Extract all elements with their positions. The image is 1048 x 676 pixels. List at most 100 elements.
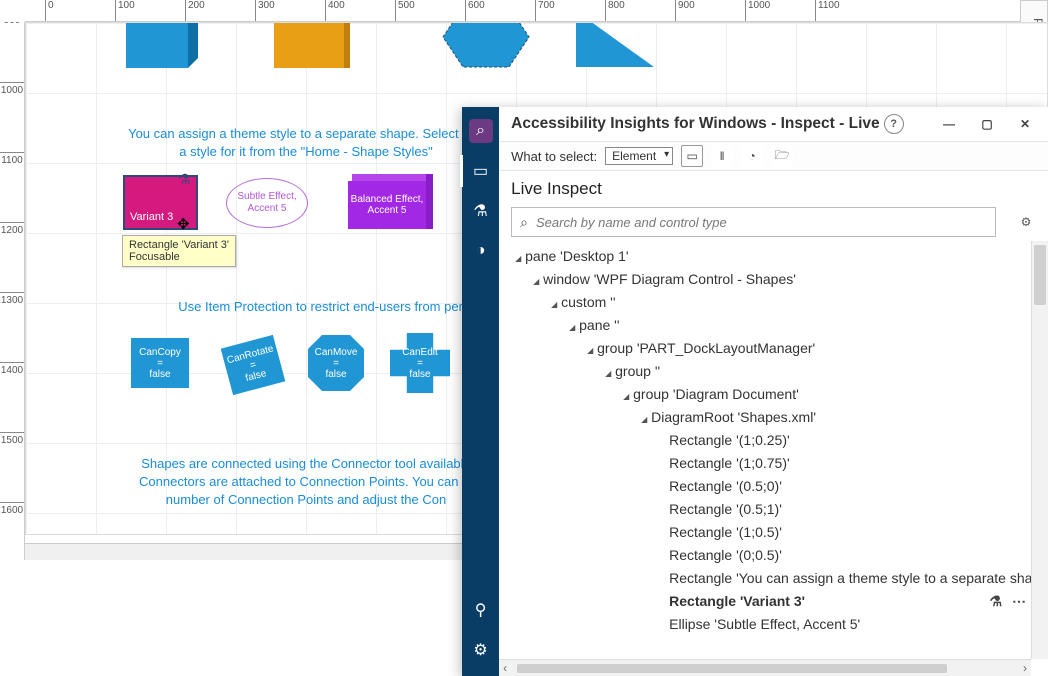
tree-twisty[interactable]: ◢ (511, 247, 525, 270)
tree-node[interactable]: ◢group '' (503, 360, 1048, 383)
accessibility-insights-window: ⌕ ▭ ⚗ ◑ ⚲ ⚙ Accessibility Insights for W… (462, 107, 1048, 676)
section-title: Live Inspect (499, 171, 1048, 203)
ruler-tick: 1400 (0, 362, 24, 376)
scroll-left-icon[interactable]: ‹ (503, 661, 507, 675)
shape-label: CanRotate = false (226, 343, 281, 387)
ruler-tick: 200 (185, 0, 205, 21)
tree-twisty[interactable]: ◢ (601, 362, 615, 385)
tree-twisty[interactable]: ◢ (583, 339, 597, 362)
shape-label: Balanced Effect, Accent 5 (348, 194, 426, 216)
shape-tooltip: Rectangle 'Variant 3' Focusable (122, 235, 236, 267)
shape-canedit[interactable]: CanEdit = false (390, 333, 450, 393)
shape-hexagon[interactable] (441, 22, 531, 70)
tree-node[interactable]: ◢window 'WPF Diagram Control - Shapes' (503, 268, 1048, 291)
shape-canmove[interactable]: CanMove = false (308, 335, 364, 391)
ruler-tick: 900 (0, 22, 24, 26)
shape-label: CanMove = false (315, 347, 358, 380)
tree-twisty[interactable]: ◢ (547, 293, 561, 316)
shape-variant-3[interactable]: Variant 3 ⚗ ✥ (123, 175, 198, 230)
inspect-tab-icon[interactable]: ▭ (469, 159, 493, 183)
tree-node[interactable]: ◢custom '' (503, 291, 1048, 314)
shape-label: Variant 3 (130, 211, 173, 223)
more-icon[interactable]: ⋯ (1012, 590, 1026, 613)
tree-twisty[interactable]: ◢ (529, 270, 543, 293)
tree-node[interactable]: Rectangle '(0.5;1)' (503, 498, 1048, 521)
tree-node[interactable]: Rectangle '(1;0.75)' (503, 452, 1048, 475)
capture-button[interactable]: ▭ (681, 145, 703, 167)
what-to-select-dropdown[interactable]: Element (605, 147, 673, 165)
link-icon[interactable]: ⚲ (469, 598, 493, 622)
palette-icon[interactable]: ◑ (469, 239, 493, 263)
timer-button[interactable]: ◔ (741, 145, 763, 167)
search-placeholder: Search by name and control type (536, 215, 727, 230)
ruler-tick: 1000 (745, 0, 770, 21)
ruler-tick: 1300 (0, 292, 24, 306)
what-to-select-label: What to select: (511, 149, 597, 164)
search-input[interactable]: ⌕ Search by name and control type (511, 207, 996, 237)
tree-node-label: DiagramRoot 'Shapes.xml' (651, 409, 816, 425)
shape-orange-box[interactable] (274, 22, 344, 68)
shape-blue-box-1[interactable] (126, 22, 188, 68)
tree-node[interactable]: Rectangle 'You can assign a theme style … (503, 567, 1048, 590)
help-icon[interactable]: ? (884, 114, 904, 134)
shape-cube-balanced[interactable]: Balanced Effect, Accent 5 (348, 181, 426, 229)
tree-twisty[interactable]: ◢ (565, 316, 579, 339)
beaker-icon[interactable]: ⚗ (989, 590, 1002, 613)
scrollbar-thumb[interactable] (517, 664, 947, 673)
horizontal-scrollbar[interactable]: ‹ › (499, 659, 1031, 676)
open-button[interactable]: 🗁 (771, 145, 793, 167)
ai-main: Accessibility Insights for Windows - Ins… (499, 107, 1048, 676)
tree-node[interactable]: Rectangle '(1;0.25)' (503, 429, 1048, 452)
tree-node-label: window 'WPF Diagram Control - Shapes' (543, 271, 796, 287)
pause-button[interactable]: ‖ (711, 145, 733, 167)
ruler-tick: 1500 (0, 432, 24, 446)
tree-node-label: custom '' (561, 294, 615, 310)
tree-node-label: Rectangle 'Variant 3' (669, 593, 805, 609)
ruler-tick: 800 (605, 0, 625, 21)
ruler-tick: 1100 (815, 0, 840, 21)
minimize-button[interactable]: — (932, 110, 966, 138)
ruler-tick: 500 (395, 0, 415, 21)
vertical-scrollbar[interactable] (1031, 241, 1048, 659)
ai-titlebar: Accessibility Insights for Windows - Ins… (499, 107, 1048, 141)
tree-node[interactable]: ◢pane 'Desktop 1' (503, 245, 1048, 268)
ruler-tick: 700 (535, 0, 555, 21)
beaker-icon: ⚗ (178, 171, 198, 191)
magnifier-heart-icon[interactable]: ⌕ (469, 119, 493, 143)
vertical-ruler: 90010001100120013001400150016001700 (0, 22, 25, 560)
tree-node-label: pane 'Desktop 1' (525, 248, 628, 264)
tree-node[interactable]: Rectangle '(0.5;0)' (503, 475, 1048, 498)
shape-canrotate[interactable]: CanRotate = false (221, 335, 286, 395)
ui-tree[interactable]: ◢pane 'Desktop 1'◢window 'WPF Diagram Co… (499, 241, 1048, 676)
tree-node[interactable]: ◢group 'PART_DockLayoutManager' (503, 337, 1048, 360)
tree-node[interactable]: Rectangle '(1;0.5)' (503, 521, 1048, 544)
search-settings-icon[interactable]: ⚙ (1021, 215, 1032, 229)
shape-ellipse-subtle[interactable]: Subtle Effect, Accent 5 (226, 178, 308, 228)
beaker-icon[interactable]: ⚗ (469, 199, 493, 223)
ruler-tick: 600 (465, 0, 485, 21)
shape-cancopy[interactable]: CanCopy = false (131, 338, 189, 388)
scroll-right-icon[interactable]: › (1023, 661, 1027, 675)
tree-node-label: group '' (615, 363, 660, 379)
shape-right-triangle[interactable] (576, 22, 654, 67)
caption-connectors: Shapes are connected using the Connector… (126, 455, 486, 510)
maximize-button[interactable]: ▢ (970, 110, 1004, 138)
tree-twisty[interactable]: ◢ (619, 385, 633, 408)
tree-node[interactable]: Rectangle 'Variant 3' ⚗ ⋯ (503, 590, 1048, 613)
tree-node[interactable]: ◢group 'Diagram Document' (503, 383, 1048, 406)
ruler-tick: 300 (255, 0, 275, 21)
ruler-tick: 1200 (0, 222, 24, 236)
gear-icon[interactable]: ⚙ (469, 638, 493, 662)
search-icon: ⌕ (520, 214, 528, 231)
scrollbar-thumb[interactable] (1034, 245, 1046, 305)
tree-node[interactable]: Rectangle '(0;0.5)' (503, 544, 1048, 567)
tree-node[interactable]: ◢pane '' (503, 314, 1048, 337)
tree-node-label: group 'PART_DockLayoutManager' (597, 340, 815, 356)
ruler-tick: 100 (115, 0, 135, 21)
tree-node[interactable]: Ellipse 'Subtle Effect, Accent 5' (503, 613, 1048, 636)
shape-label: CanCopy = false (139, 347, 181, 380)
tree-node[interactable]: ◢DiagramRoot 'Shapes.xml' (503, 406, 1048, 429)
caption-theme-style: You can assign a theme style to a separa… (126, 125, 486, 161)
close-button[interactable]: ✕ (1008, 110, 1042, 138)
tree-twisty[interactable]: ◢ (637, 408, 651, 431)
